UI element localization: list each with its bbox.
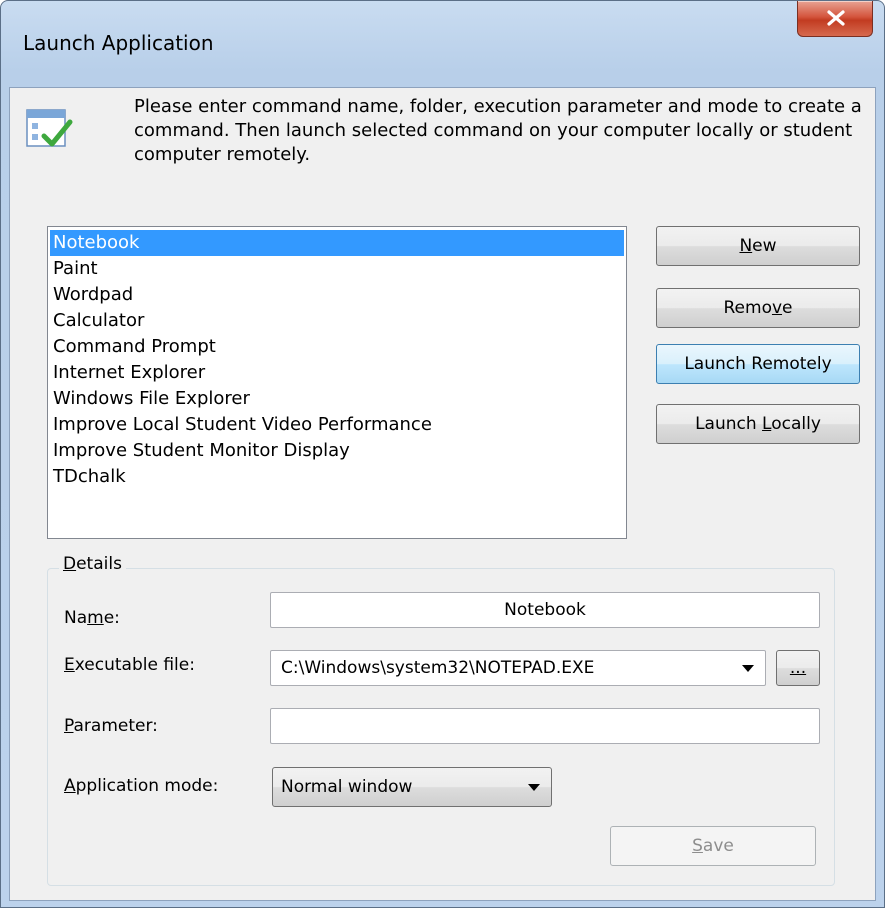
application-mode-select[interactable]: Normal window [272, 767, 552, 807]
parameter-label: Parameter: [64, 716, 158, 736]
details-group-label: Details [59, 554, 126, 574]
launch-remotely-button[interactable]: Launch Remotely [656, 344, 860, 384]
name-label: Name: [64, 608, 120, 628]
command-list-item[interactable]: Wordpad [50, 282, 624, 308]
command-list-item[interactable]: Improve Student Monitor Display [50, 438, 624, 464]
window-title: Launch Application [23, 31, 214, 55]
command-list-item[interactable]: Calculator [50, 308, 624, 334]
command-list-item[interactable]: Notebook [50, 230, 624, 256]
chevron-down-icon [742, 665, 754, 672]
close-icon [827, 10, 845, 26]
command-list[interactable]: Notebook Paint Wordpad Calculator Command Pr… [47, 226, 627, 539]
save-button[interactable]: Save [610, 826, 816, 866]
intro-text: Please enter command name, folder, execu… [134, 96, 862, 165]
application-mode-label: Application mode: [64, 776, 219, 796]
dialog-body: Please enter command name, folder, execu… [9, 87, 876, 901]
parameter-input[interactable] [270, 708, 820, 744]
executable-file-label: Executable file: [64, 655, 195, 675]
application-mode-value: Normal window [281, 777, 413, 797]
command-list-item[interactable]: Paint [50, 256, 624, 282]
name-input[interactable]: Notebook [270, 592, 820, 628]
command-list-item[interactable]: Windows File Explorer [50, 386, 624, 412]
title-bar[interactable]: Launch Application [1, 1, 884, 87]
command-list-item[interactable]: TDchalk [50, 464, 624, 490]
launch-locally-button[interactable]: Launch Locally [656, 404, 860, 444]
browse-button[interactable]: ... [776, 650, 820, 686]
command-list-item[interactable]: Improve Local Student Video Performance [50, 412, 624, 438]
checklist-icon [26, 109, 73, 147]
command-list-item[interactable]: Command Prompt [50, 334, 624, 360]
executable-file-combobox[interactable]: C:\Windows\system32\NOTEPAD.EXE [270, 650, 766, 686]
close-button[interactable] [797, 1, 873, 37]
command-list-item[interactable]: Internet Explorer [50, 360, 624, 386]
chevron-down-icon [528, 784, 540, 791]
launch-application-window: Launch Application Please enter command … [0, 0, 885, 908]
remove-button[interactable]: Remove [656, 288, 860, 328]
executable-file-value: C:\Windows\system32\NOTEPAD.EXE [281, 658, 595, 678]
new-button[interactable]: New [656, 226, 860, 266]
